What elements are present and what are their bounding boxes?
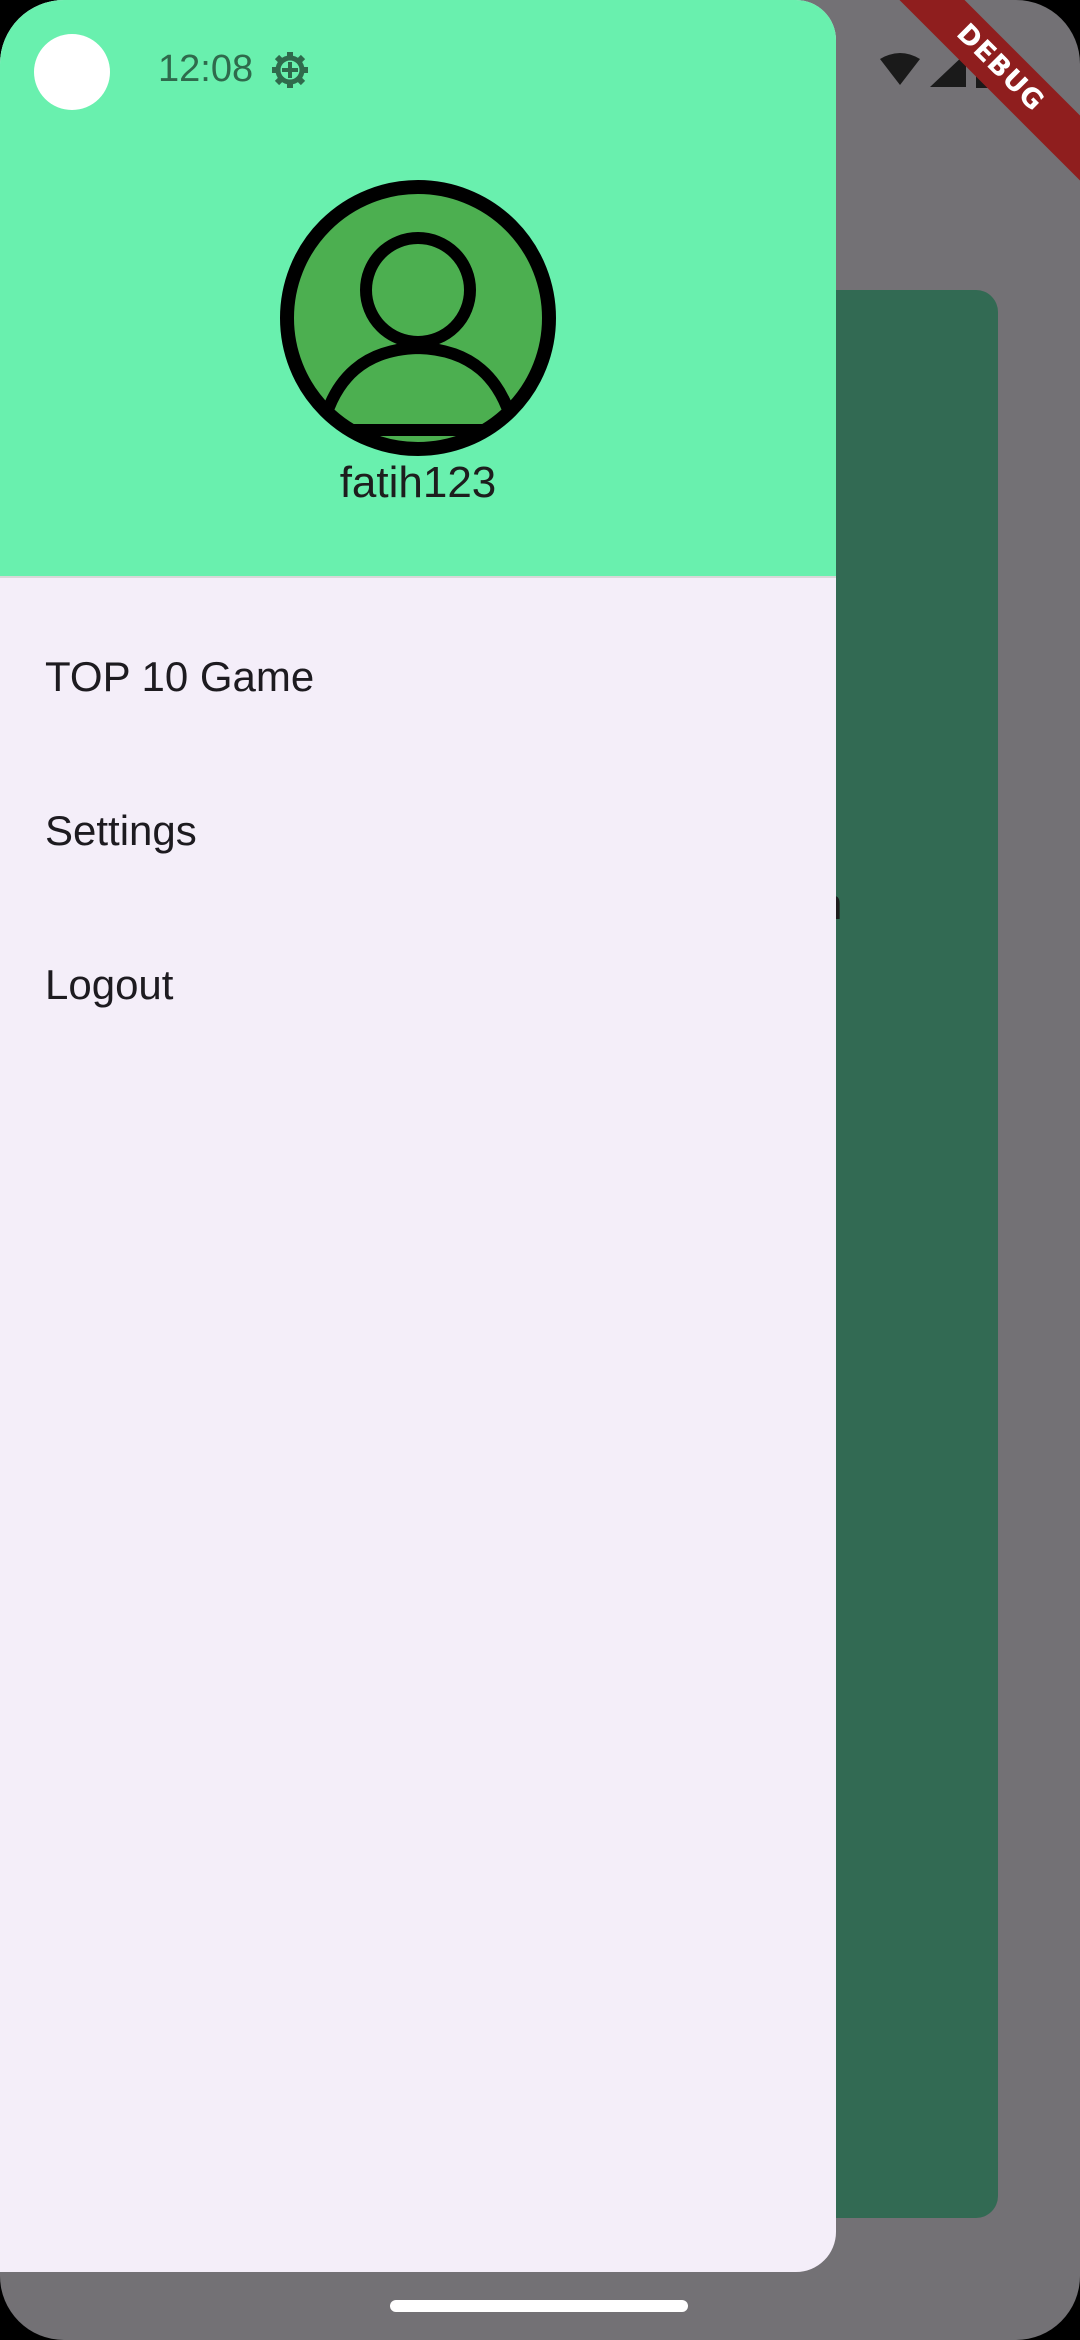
gear-icon (272, 52, 308, 88)
menu-item-top10-game[interactable]: TOP 10 Game (0, 617, 836, 737)
debug-banner: DEBUG (877, 0, 1080, 191)
status-time: 12:08 (158, 48, 254, 90)
menu-item-settings[interactable]: Settings (0, 771, 836, 891)
drawer-header: 12:08 fatih123 (0, 0, 836, 578)
home-indicator[interactable] (390, 2300, 688, 2312)
camera-cutout (34, 34, 110, 110)
wifi-icon (880, 53, 920, 85)
account-circle-icon[interactable] (280, 180, 556, 456)
menu-item-logout[interactable]: Logout (0, 925, 836, 1045)
menu-item-label: Settings (45, 807, 197, 854)
phone-screen: n DEBUG 12:08 (0, 0, 1080, 2340)
navigation-drawer: 12:08 fatih123 TOP 10 Game Settings Logo… (0, 0, 836, 2272)
menu-item-label: TOP 10 Game (45, 653, 315, 700)
username-label: fatih123 (339, 458, 497, 507)
menu-item-label: Logout (45, 961, 174, 1008)
